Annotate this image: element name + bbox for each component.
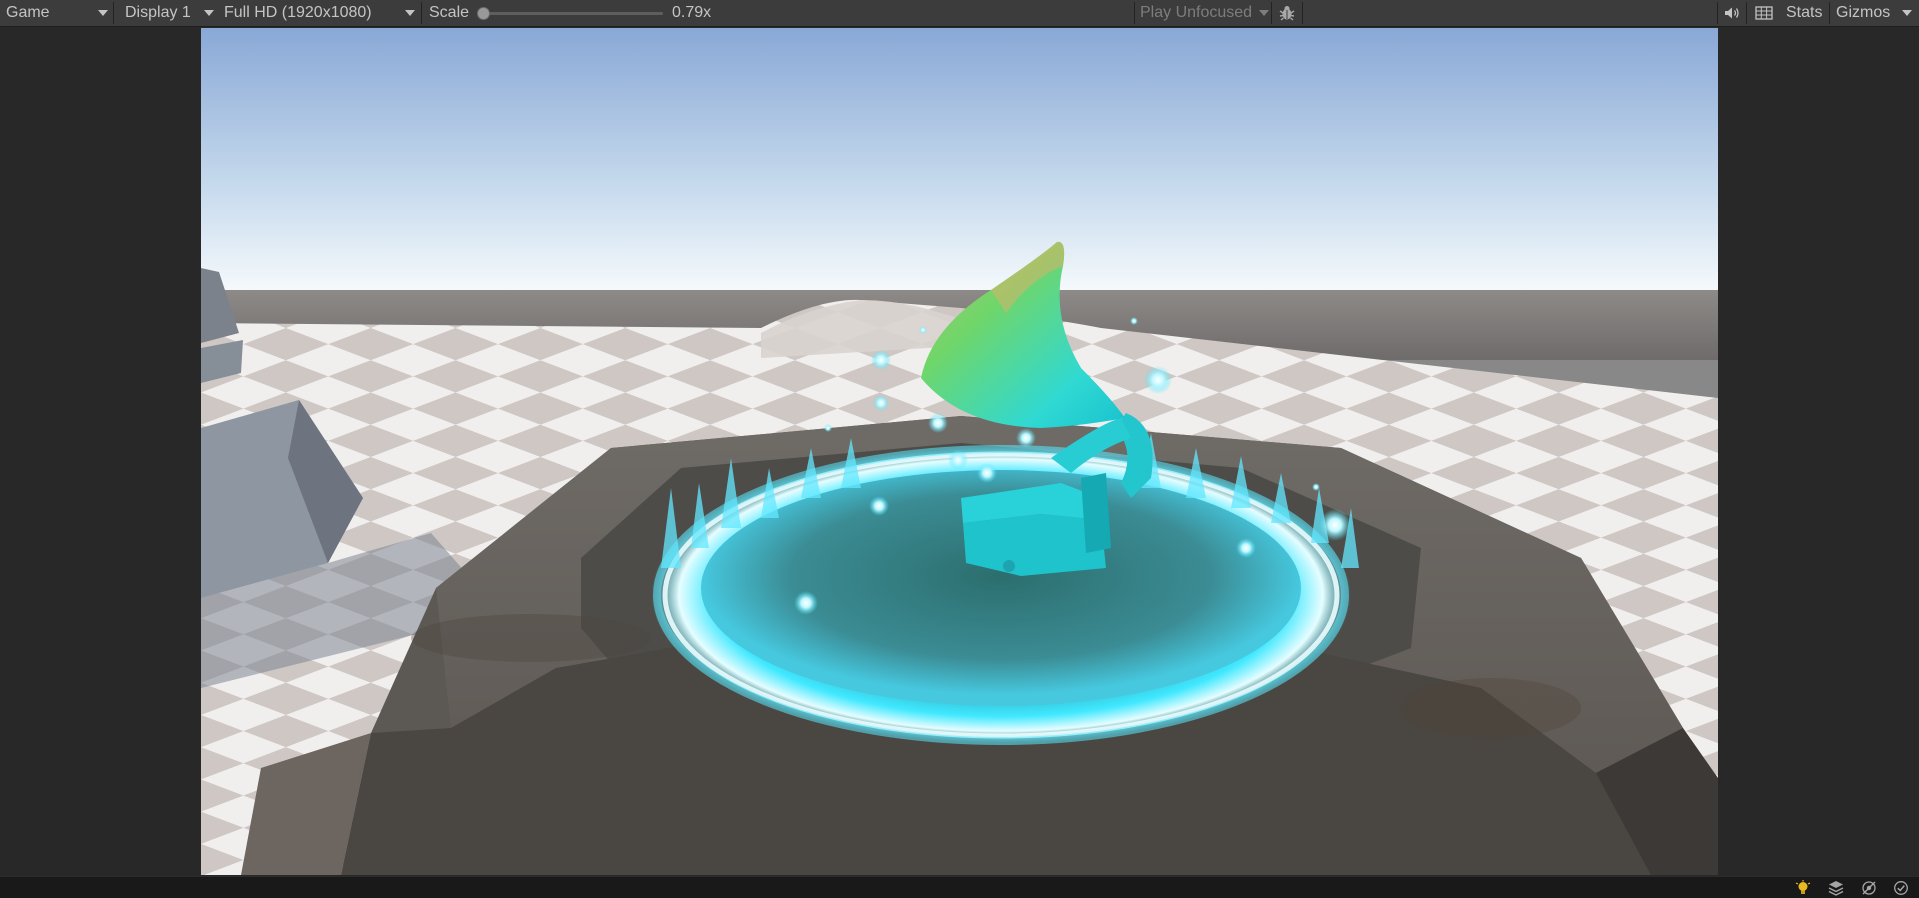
toolbar-divider xyxy=(1829,2,1830,24)
gizmos-label: Gizmos xyxy=(1836,4,1891,21)
status-bar xyxy=(0,876,1919,898)
chevron-down-icon xyxy=(405,10,415,16)
debug-button[interactable] xyxy=(1274,0,1300,26)
toolbar-divider xyxy=(1271,2,1272,24)
display-label: Display 1 xyxy=(125,4,191,21)
chevron-down-icon xyxy=(204,10,214,16)
layers-icon[interactable] xyxy=(1828,880,1844,896)
speaker-icon xyxy=(1725,7,1739,19)
stats-button[interactable]: Stats xyxy=(1786,0,1822,26)
game-view-toolbar: Game Display 1 Full HD (1920x1080) Scale… xyxy=(0,0,1919,27)
toolbar-divider xyxy=(1134,2,1135,24)
resolution-dropdown[interactable]: Full HD (1920x1080) xyxy=(224,0,416,26)
resolution-label: Full HD (1920x1080) xyxy=(224,4,372,21)
grid-icon xyxy=(1755,6,1773,20)
chevron-down-icon xyxy=(1902,10,1912,16)
mute-audio-button[interactable] xyxy=(1719,0,1745,26)
toolbar-divider xyxy=(1717,2,1718,24)
play-mode-dropdown[interactable]: Play Unfocused xyxy=(1140,0,1270,26)
chevron-down-icon xyxy=(1259,10,1269,16)
toolbar-divider xyxy=(113,2,114,24)
game-viewport[interactable] xyxy=(201,28,1718,875)
no-network-icon[interactable] xyxy=(1861,880,1877,896)
display-dropdown[interactable]: Display 1 xyxy=(125,0,215,26)
check-circle-icon[interactable] xyxy=(1893,880,1909,896)
toolbar-divider xyxy=(1746,2,1747,24)
scale-label: Scale xyxy=(429,4,470,21)
scale-slider-handle[interactable] xyxy=(477,7,490,20)
scale-value: 0.79x xyxy=(672,4,712,21)
view-type-label: Game xyxy=(6,4,50,21)
view-type-dropdown[interactable]: Game xyxy=(6,0,108,26)
grid-toggle-button[interactable] xyxy=(1752,0,1776,26)
bug-icon xyxy=(1279,6,1295,21)
toolbar-divider xyxy=(1302,2,1303,24)
toolbar-divider xyxy=(421,2,422,24)
lightbulb-icon[interactable] xyxy=(1795,880,1811,896)
game-render xyxy=(201,28,1718,875)
scale-slider-track[interactable] xyxy=(483,12,663,15)
play-mode-label: Play Unfocused xyxy=(1140,4,1253,21)
gizmos-dropdown[interactable]: Gizmos xyxy=(1836,0,1912,26)
chevron-down-icon xyxy=(98,10,108,16)
